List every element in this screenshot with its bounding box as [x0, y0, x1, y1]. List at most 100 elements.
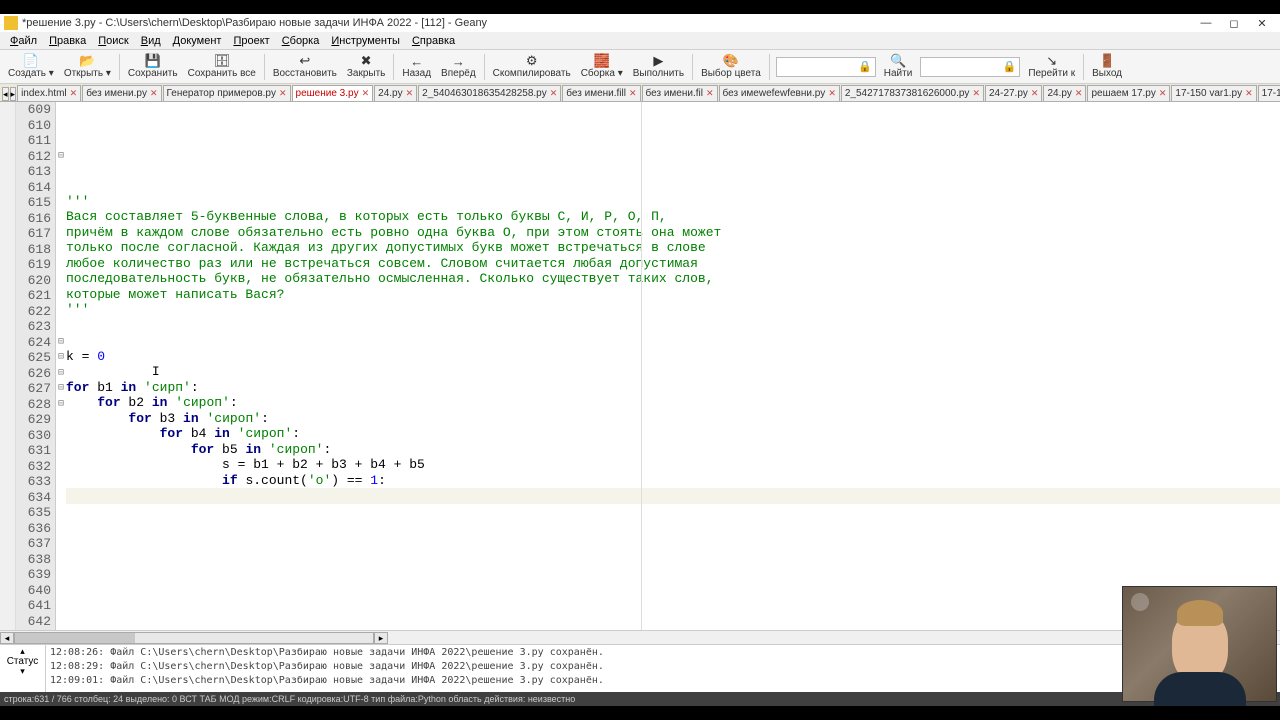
code-line[interactable] [66, 333, 1280, 349]
code-line[interactable]: I [66, 364, 1280, 380]
toolbar-Выбор цвета[interactable]: 🎨Выбор цвета [697, 52, 765, 82]
tab-8[interactable]: без имеwefewfевни.py✕ [719, 85, 840, 101]
tab-10[interactable]: 24-27.py✕ [985, 85, 1042, 101]
toolbar-Открыть[interactable]: 📂Открыть ▾ [60, 52, 115, 82]
code-line[interactable]: последовательность букв, не обязательно … [66, 271, 1280, 287]
toolbar-Сохранить[interactable]: 💾Сохранить [124, 52, 182, 82]
toolbar-search-input[interactable]: 🔒 [920, 57, 1020, 77]
tab-scroll-right[interactable]: ▸ [10, 87, 17, 101]
tab-3[interactable]: решение 3.py✕ [292, 85, 374, 101]
fold-column[interactable]: ⊟⊟⊟⊟⊟⊟ [56, 102, 66, 630]
scroll-left-button[interactable]: ◂ [0, 632, 14, 644]
code-line[interactable]: которые может написать Вася? [66, 287, 1280, 303]
code-line[interactable] [66, 147, 1280, 163]
tab-close-icon[interactable]: ✕ [828, 88, 836, 99]
horizontal-scrollbar[interactable]: ◂ ▸ [0, 630, 1280, 644]
tab-13[interactable]: 17-150 var1.py✕ [1171, 85, 1256, 101]
maximize-button[interactable]: ◻ [1220, 15, 1248, 31]
tab-12[interactable]: решаем 17.py✕ [1087, 85, 1170, 101]
code-line[interactable]: for b1 in 'сирп': [66, 380, 1280, 396]
code-line[interactable]: for b5 in 'сироп': [66, 442, 1280, 458]
menu-проект[interactable]: Проект [227, 35, 275, 47]
tab-close-icon[interactable]: ✕ [279, 88, 287, 99]
code-line[interactable] [66, 504, 1280, 520]
code-line[interactable] [66, 163, 1280, 179]
tab-close-icon[interactable]: ✕ [972, 88, 980, 99]
code-line[interactable]: ''' [66, 194, 1280, 210]
toolbar-Скомпилировать[interactable]: ⚙Скомпилировать [489, 52, 575, 82]
code-line[interactable]: ''' [66, 302, 1280, 318]
tab-5[interactable]: 2_540463018635428258.py✕ [418, 85, 561, 101]
tab-close-icon[interactable]: ✕ [706, 88, 714, 99]
code-line[interactable] [66, 597, 1280, 613]
code-line[interactable]: for b4 in 'сироп': [66, 426, 1280, 442]
msg-up-icon[interactable]: ▴ [20, 647, 25, 656]
tab-9[interactable]: 2_542717837381626000.py✕ [841, 85, 984, 101]
tab-close-icon[interactable]: ✕ [1159, 88, 1167, 99]
msg-down-icon[interactable]: ▾ [20, 667, 25, 676]
tab-11[interactable]: 24.py✕ [1043, 85, 1086, 101]
code-line[interactable]: Вася составляет 5-буквенные слова, в кот… [66, 209, 1280, 225]
tab-close-icon[interactable]: ✕ [550, 88, 558, 99]
code-line[interactable] [66, 581, 1280, 597]
tab-4[interactable]: 24.py✕ [374, 85, 417, 101]
editor-area[interactable]: 6096106116126136146156166176186196206216… [0, 102, 1280, 630]
tab-close-icon[interactable]: ✕ [406, 88, 414, 99]
toolbar-search-input[interactable]: 🔒 [776, 57, 876, 77]
menu-поиск[interactable]: Поиск [92, 35, 134, 47]
toolbar-Сохранить все[interactable]: 🗄Сохранить все [184, 52, 260, 82]
code-line[interactable] [66, 550, 1280, 566]
code-line[interactable]: for b2 in 'сироп': [66, 395, 1280, 411]
code-line[interactable]: причём в каждом слове обязательно есть р… [66, 225, 1280, 241]
code-line[interactable] [66, 519, 1280, 535]
menu-справка[interactable]: Справка [406, 35, 461, 47]
code-content[interactable]: '''Вася составляет 5-буквенные слова, в … [66, 102, 1280, 630]
toolbar-Восстановить[interactable]: ↩Восстановить [269, 52, 341, 82]
scroll-right-button[interactable]: ▸ [374, 632, 388, 644]
menu-вид[interactable]: Вид [135, 35, 167, 47]
toolbar-Найти[interactable]: 🔍Найти [880, 52, 917, 82]
code-line[interactable]: только после согласной. Каждая из других… [66, 240, 1280, 256]
toolbar-Выход[interactable]: 🚪Выход [1088, 52, 1126, 82]
tab-close-icon[interactable]: ✕ [1075, 88, 1083, 99]
menu-сборка[interactable]: Сборка [276, 35, 326, 47]
code-line[interactable]: for b3 in 'сироп': [66, 411, 1280, 427]
tab-scroll-left[interactable]: ◂ [2, 87, 9, 101]
tab-2[interactable]: Генератор примеров.py✕ [163, 85, 291, 101]
toolbar-Сборка[interactable]: 🧱Сборка ▾ [577, 52, 627, 82]
code-line[interactable]: любое количество раз или не встречаться … [66, 256, 1280, 272]
toolbar-Создать[interactable]: 📄Создать ▾ [4, 52, 58, 82]
toolbar-Назад[interactable]: ←Назад [398, 52, 435, 82]
scroll-thumb[interactable] [15, 633, 135, 643]
code-line[interactable] [66, 318, 1280, 334]
tab-close-icon[interactable]: ✕ [1031, 88, 1039, 99]
close-button[interactable]: ✕ [1248, 15, 1276, 31]
tab-close-icon[interactable]: ✕ [362, 88, 370, 99]
code-line[interactable]: s = b1 + b2 + b3 + b4 + b5 [66, 457, 1280, 473]
minimize-button[interactable]: — [1192, 15, 1220, 31]
tab-14[interactable]: 17-150 va.py✕ [1258, 85, 1280, 101]
toolbar-Перейти к[interactable]: ↘Перейти к [1024, 52, 1079, 82]
tab-close-icon[interactable]: ✕ [70, 88, 78, 99]
toolbar-Закрыть[interactable]: ✖Закрыть [343, 52, 390, 82]
menu-правка[interactable]: Правка [43, 35, 92, 47]
toolbar-Вперёд[interactable]: →Вперёд [437, 52, 480, 82]
tab-7[interactable]: без имени.fil✕ [642, 85, 718, 101]
code-line[interactable] [66, 612, 1280, 628]
tab-close-icon[interactable]: ✕ [1245, 88, 1253, 99]
code-line[interactable] [66, 535, 1280, 551]
code-line[interactable] [66, 178, 1280, 194]
tab-0[interactable]: index.html✕ [17, 85, 81, 101]
menu-файл[interactable]: Файл [4, 35, 43, 47]
code-line[interactable]: k = 0 [66, 349, 1280, 365]
tab-close-icon[interactable]: ✕ [629, 88, 637, 99]
menu-инструменты[interactable]: Инструменты [325, 35, 406, 47]
code-line[interactable] [66, 566, 1280, 582]
menu-документ[interactable]: Документ [167, 35, 228, 47]
tab-1[interactable]: без имени.py✕ [82, 85, 161, 101]
toolbar-Выполнить[interactable]: ▶Выполнить [629, 52, 688, 82]
code-line[interactable]: if s.count('о') == 1: [66, 473, 1280, 489]
tab-6[interactable]: без имени.fill✕ [562, 85, 640, 101]
tab-close-icon[interactable]: ✕ [150, 88, 158, 99]
scroll-track[interactable] [14, 632, 374, 644]
